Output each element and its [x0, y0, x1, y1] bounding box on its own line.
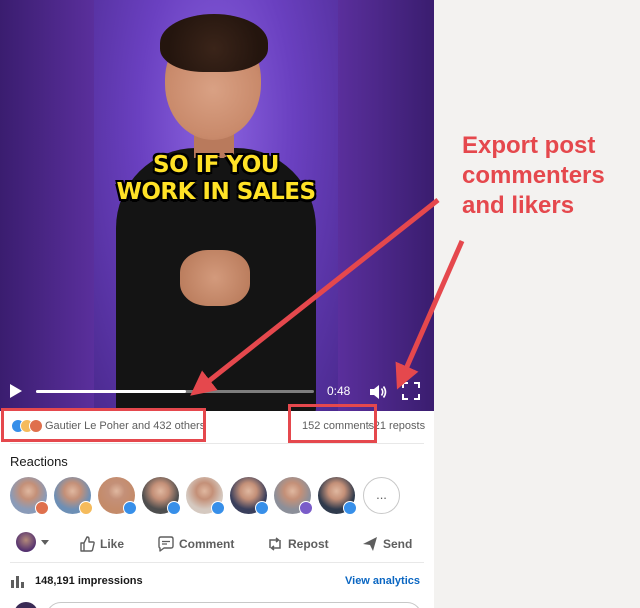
- caption-line-1: SO IF YOU: [153, 152, 279, 178]
- send-button[interactable]: Send: [361, 532, 412, 556]
- reactor-avatar[interactable]: [186, 477, 225, 515]
- video-player[interactable]: SO IF YOU WORK IN SALES 0:48: [0, 0, 434, 411]
- video-blur-left: [0, 0, 94, 411]
- comment-icon: [158, 536, 174, 552]
- annotation-line-2: commenters: [462, 162, 605, 189]
- comment-composer: [10, 600, 424, 608]
- video-time: 0:48: [327, 384, 351, 398]
- linkedin-post: SO IF YOU WORK IN SALES 0:48 Gautier Le …: [0, 0, 434, 608]
- annotation-line-3: and likers: [462, 192, 575, 219]
- actor-selector[interactable]: [16, 532, 50, 554]
- send-icon: [363, 537, 377, 551]
- reactor-avatar[interactable]: [142, 477, 181, 515]
- reactions-heading: Reactions: [10, 454, 68, 469]
- reaction-badge-icon: [255, 501, 269, 515]
- reaction-badge-icon: [211, 501, 225, 515]
- comment-label: Comment: [179, 537, 235, 551]
- volume-icon[interactable]: [368, 382, 388, 402]
- impressions-count: 148,191 impressions: [35, 575, 143, 587]
- reaction-badge-icon: [123, 501, 137, 515]
- video-caption: SO IF YOU WORK IN SALES: [94, 152, 338, 206]
- avatar: [16, 532, 36, 552]
- like-label: Like: [100, 537, 125, 551]
- reactor-avatar[interactable]: [230, 477, 269, 515]
- highlight-box-comments: [288, 404, 377, 443]
- play-icon[interactable]: [10, 384, 22, 398]
- comment-input[interactable]: [46, 602, 422, 608]
- thumbs-up-icon: [80, 536, 95, 552]
- fullscreen-icon[interactable]: [402, 382, 420, 400]
- reaction-badge-icon: [299, 501, 313, 515]
- progress-fill: [36, 390, 187, 393]
- avatar: [14, 602, 38, 608]
- repost-label: Repost: [288, 537, 329, 551]
- video-blur-right: [338, 0, 434, 411]
- speaker-hands: [180, 250, 250, 306]
- caret-down-icon: [41, 540, 49, 545]
- more-reactors-button[interactable]: ...: [363, 477, 400, 514]
- send-label: Send: [383, 537, 413, 551]
- caption-line-2: WORK IN SALES: [116, 179, 316, 205]
- reactor-avatar[interactable]: [318, 477, 357, 515]
- reactor-avatar[interactable]: [10, 477, 49, 515]
- impressions-row: 148,191 impressions View analytics: [0, 570, 434, 594]
- speaker-hair: [160, 14, 268, 72]
- reaction-badge-icon: [167, 501, 181, 515]
- progress-bar[interactable]: [36, 390, 314, 393]
- reactor-avatar[interactable]: [54, 477, 93, 515]
- view-analytics-link[interactable]: View analytics: [345, 575, 420, 587]
- video-frame[interactable]: SO IF YOU WORK IN SALES: [94, 0, 338, 411]
- highlight-box-reactions: [1, 408, 206, 442]
- reaction-badge-icon: [79, 501, 93, 515]
- repost-button[interactable]: Repost: [266, 532, 329, 556]
- bar-chart-icon: [11, 576, 24, 588]
- reaction-badge-icon: [35, 501, 49, 515]
- post-actions: Like Comment Repost Send: [0, 530, 434, 558]
- repost-icon: [269, 537, 281, 551]
- divider: [10, 562, 424, 563]
- reactor-avatar[interactable]: [274, 477, 313, 515]
- divider: [10, 443, 424, 444]
- like-button[interactable]: Like: [78, 532, 124, 556]
- annotation-text: Export post commenters and likers: [462, 131, 632, 221]
- reaction-badge-icon: [343, 501, 357, 515]
- reposts-count-text: 21 reposts: [373, 420, 426, 432]
- comment-button[interactable]: Comment: [157, 532, 234, 556]
- reactor-avatar[interactable]: [98, 477, 137, 515]
- annotation-line-1: Export post: [462, 132, 596, 159]
